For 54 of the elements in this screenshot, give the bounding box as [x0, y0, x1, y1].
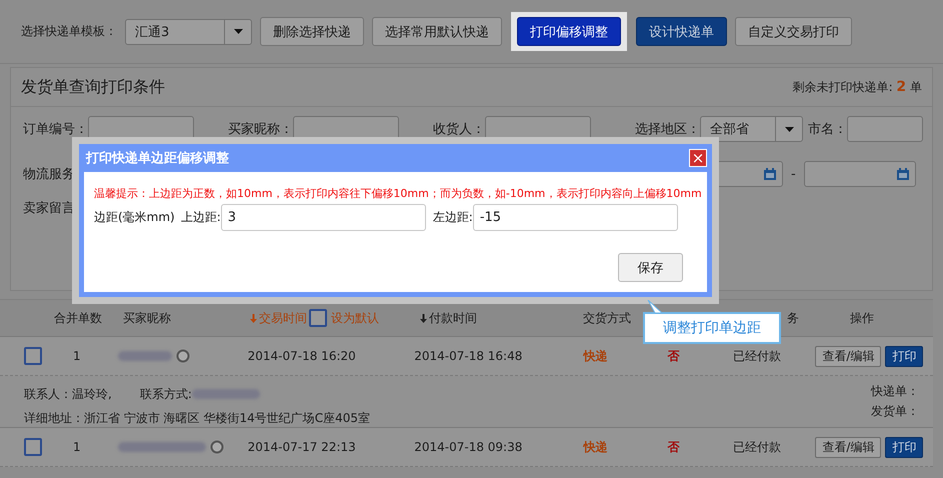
- remaining-count: 剩余未打印快递单: 2 单: [792, 78, 922, 96]
- dialog-title: 打印快递单边距偏移调整: [86, 150, 229, 167]
- template-select[interactable]: 汇通3: [125, 18, 252, 44]
- table-cell: 1: [73, 440, 81, 454]
- toolbar-button[interactable]: 自定义交易打印: [735, 17, 852, 46]
- margin-label: 边距(毫米mm): [94, 209, 175, 226]
- top-margin-input[interactable]: 3: [220, 204, 426, 231]
- column-header: 操作: [850, 310, 874, 326]
- callout-text: 调整打印单边距: [663, 319, 761, 337]
- left-margin-label: 左边距:: [432, 209, 473, 226]
- top-margin-label: 上边距:: [180, 209, 221, 226]
- print-button[interactable]: 打印: [885, 436, 924, 458]
- delivery-method: 快递: [583, 348, 608, 364]
- payment-status: 已经付款: [732, 438, 781, 456]
- print-button[interactable]: 打印: [885, 346, 924, 366]
- left-margin-input[interactable]: -15: [472, 204, 678, 231]
- delivery-method: 快递: [583, 438, 608, 456]
- table-cell: 2014-07-18 09:38: [414, 440, 522, 454]
- column-header: 买家昵称: [123, 310, 171, 326]
- column-header: 务: [787, 310, 799, 326]
- save-button[interactable]: 保存: [618, 253, 683, 282]
- column-header: 交货方式: [583, 310, 631, 326]
- field-label: 订单编号：: [23, 121, 88, 138]
- field-label: 物流服务: [23, 166, 75, 183]
- print-offset-button[interactable]: 打印偏移调整: [517, 17, 621, 46]
- edit-button[interactable]: 查看/编辑: [815, 346, 882, 366]
- template-label: 选择快递单模板：: [21, 23, 117, 40]
- column-header[interactable]: 付款时间: [420, 310, 477, 326]
- edit-button[interactable]: 查看/编辑: [815, 436, 882, 458]
- express-label: 快递单：: [871, 383, 919, 400]
- table-cell: 2014-07-18 16:20: [248, 349, 356, 363]
- panel-title: 发货单查询打印条件: [21, 76, 165, 98]
- toolbar-button[interactable]: 选择常用默认快递: [372, 17, 502, 46]
- field-label: 买家昵称：: [228, 121, 293, 138]
- contact-name: 联系人：温玲玲,: [24, 386, 112, 402]
- table-cell: 2014-07-17 22:13: [248, 440, 356, 454]
- address-text: 详细地址：浙江省 宁波市 海曙区 华楼街14号世纪广场C座405室: [24, 410, 370, 426]
- close-button[interactable]: ×: [689, 149, 707, 167]
- field-label: 选择地区：: [635, 121, 700, 138]
- flag-cell: 否: [668, 438, 680, 456]
- payment-status: 已经付款: [732, 348, 781, 364]
- toolbar-button[interactable]: 设计快递单: [636, 17, 727, 46]
- table-cell: 2014-07-18 16:48: [414, 349, 522, 363]
- table-cell: 1: [73, 349, 81, 363]
- flag-cell: 否: [668, 348, 680, 364]
- field-label: 收货人：: [433, 121, 485, 138]
- column-header: 设为默认: [331, 310, 379, 326]
- field-label: 市名：: [808, 121, 847, 138]
- invoice-label: 发货单：: [871, 402, 919, 420]
- column-header: 合并单数: [54, 310, 102, 326]
- date-separator: -: [791, 166, 796, 182]
- phone-label: 联系方式:: [140, 386, 192, 402]
- toolbar-button[interactable]: 删除选择快递: [260, 17, 364, 46]
- region-select[interactable]: 全部省: [700, 116, 803, 142]
